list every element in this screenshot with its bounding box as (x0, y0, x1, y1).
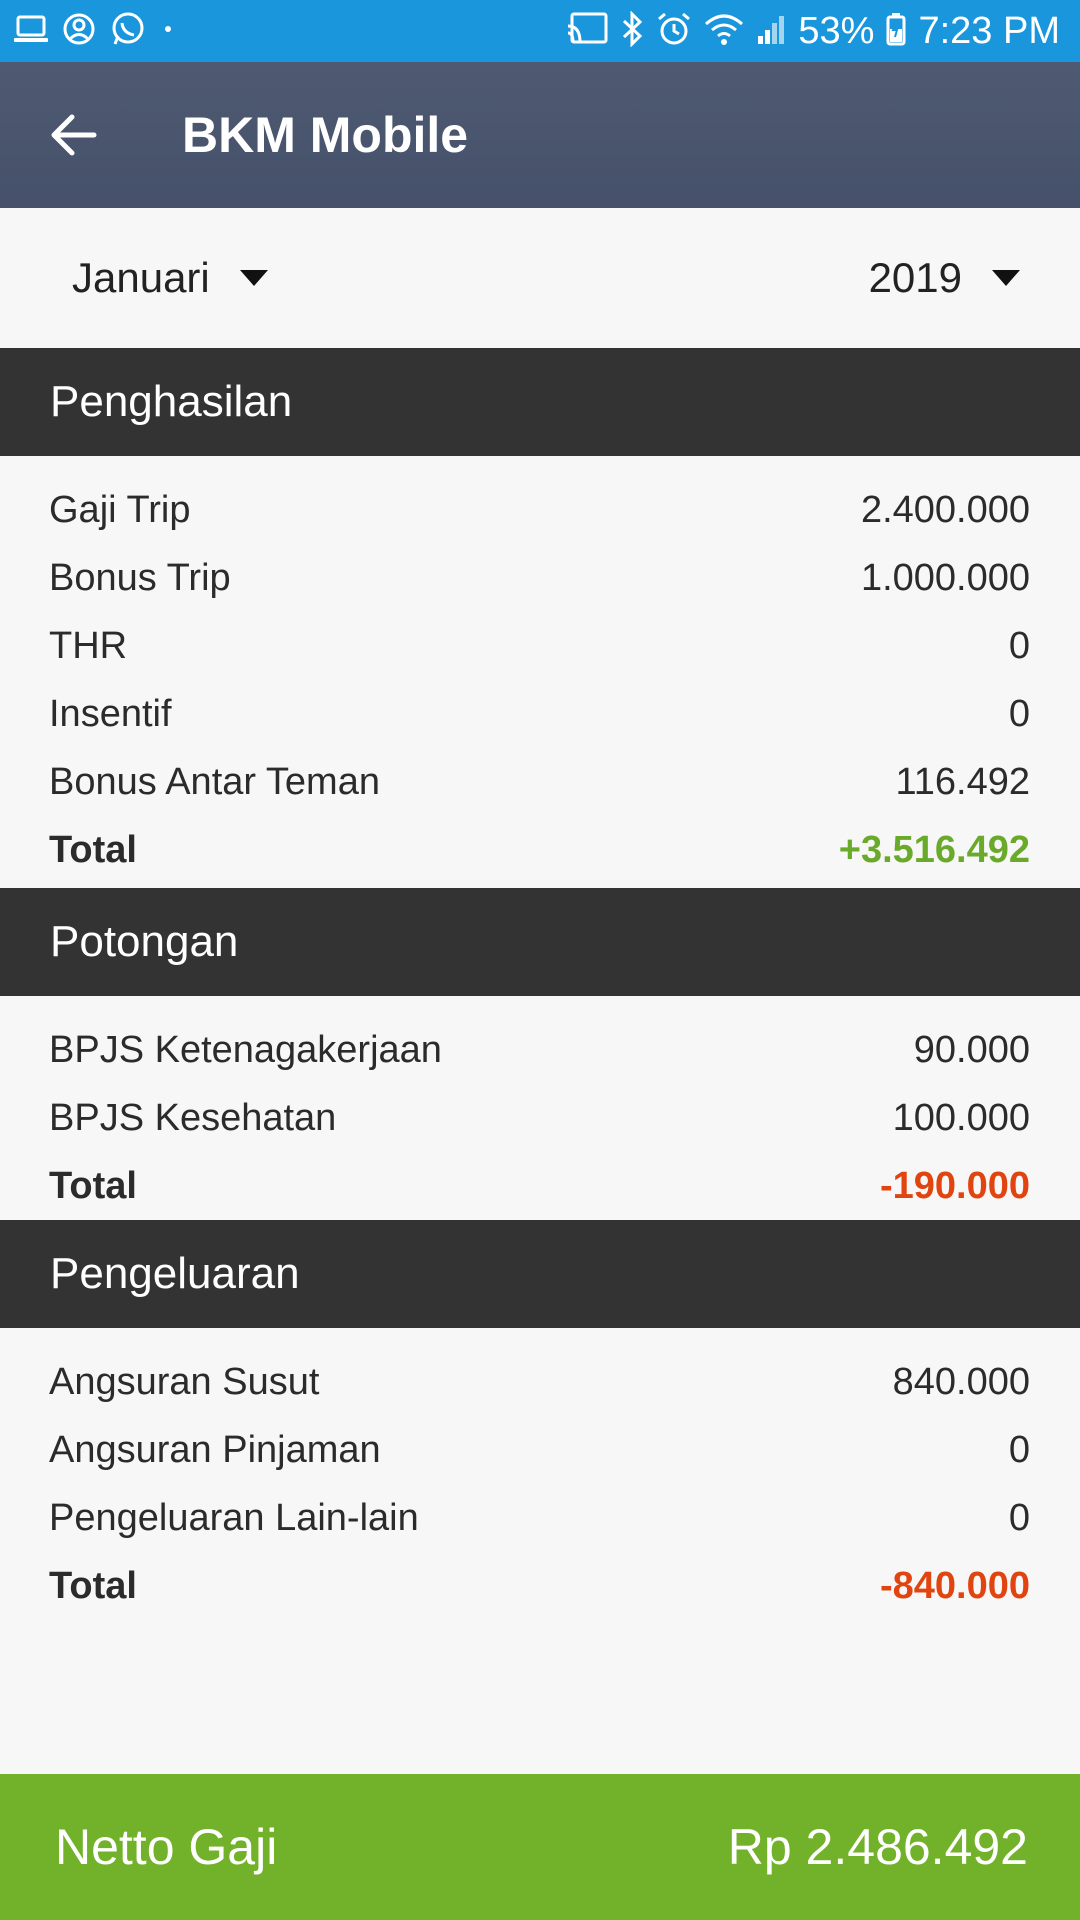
item-label: Pengeluaran Lain-lain (49, 1496, 419, 1539)
item-label: Gaji Trip (49, 488, 191, 531)
list-item: Gaji Trip 2.400.000 (0, 476, 1080, 544)
item-label: Angsuran Susut (49, 1360, 320, 1403)
netto-gaji-bar: Netto Gaji Rp 2.486.492 (0, 1774, 1080, 1920)
month-select[interactable]: Januari (72, 254, 268, 302)
year-select-value: 2019 (868, 254, 962, 301)
laptop-icon (14, 14, 48, 48)
section-header-potongan: Potongan (0, 888, 1080, 996)
wifi-icon (704, 12, 744, 50)
item-value: 1.000.000 (860, 556, 1030, 599)
total-row: Total -840.000 (0, 1552, 1080, 1620)
list-item: BPJS Kesehatan 100.000 (0, 1084, 1080, 1152)
item-value: 2.400.000 (860, 488, 1030, 531)
battery-charging-icon (886, 12, 906, 50)
item-value: 0 (1008, 1428, 1030, 1471)
list-item: Bonus Antar Teman 116.492 (0, 748, 1080, 816)
account-circle-icon (62, 12, 96, 50)
item-value: 100.000 (892, 1096, 1030, 1139)
total-label: Total (49, 1564, 137, 1607)
list-item: Angsuran Pinjaman 0 (0, 1416, 1080, 1484)
status-bar: 53% 7:23 PM (0, 0, 1080, 62)
app-bar: BKM Mobile (0, 62, 1080, 208)
penghasilan-list: Gaji Trip 2.400.000 Bonus Trip 1.000.000 T… (0, 476, 1080, 884)
total-row: Total +3.516.492 (0, 816, 1080, 884)
potongan-list: BPJS Ketenagakerjaan 90.000 BPJS Kesehata… (0, 1016, 1080, 1220)
list-item: THR 0 (0, 612, 1080, 680)
item-value: 0 (1008, 624, 1030, 667)
item-value: 840.000 (892, 1360, 1030, 1403)
item-label: Bonus Trip (49, 556, 231, 599)
period-filters: Januari 2019 (0, 208, 1080, 348)
alarm-icon (656, 11, 692, 51)
item-value: 0 (1008, 1496, 1030, 1539)
item-value: 0 (1008, 692, 1030, 735)
list-item: Bonus Trip 1.000.000 (0, 544, 1080, 612)
bluetooth-icon (620, 10, 644, 51)
total-value: -840.000 (879, 1564, 1030, 1607)
section-header-pengeluaran: Pengeluaran (0, 1220, 1080, 1328)
section-title: Penghasilan (50, 377, 293, 426)
whatsapp-icon (110, 11, 146, 51)
section-title: Potongan (50, 917, 239, 966)
list-item: Insentif 0 (0, 680, 1080, 748)
caret-down-icon (239, 270, 268, 286)
page-title: BKM Mobile (182, 107, 469, 163)
month-select-value: Januari (72, 254, 210, 301)
total-label: Total (49, 828, 137, 871)
pengeluaran-list: Angsuran Susut 840.000 Angsuran Pinjaman 0… (0, 1348, 1080, 1620)
list-item: Angsuran Susut 840.000 (0, 1348, 1080, 1416)
item-label: Insentif (49, 692, 172, 735)
item-value: 90.000 (913, 1028, 1030, 1071)
netto-amount: Rp 2.486.492 (727, 1819, 1028, 1875)
section-title: Pengeluaran (50, 1249, 300, 1298)
dot-icon (160, 21, 176, 41)
year-select[interactable]: 2019 (869, 254, 1020, 302)
total-row: Total -190.000 (0, 1152, 1080, 1220)
item-label: THR (49, 624, 128, 667)
list-item: Pengeluaran Lain-lain 0 (0, 1484, 1080, 1552)
caret-down-icon (992, 270, 1020, 286)
total-value: -190.000 (879, 1164, 1030, 1207)
cast-icon (566, 12, 608, 50)
section-header-penghasilan: Penghasilan (0, 348, 1080, 456)
arrow-back-icon (51, 114, 97, 156)
item-label: BPJS Ketenagakerjaan (49, 1028, 442, 1071)
list-item: BPJS Ketenagakerjaan 90.000 (0, 1016, 1080, 1084)
battery-percent: 53% (798, 9, 875, 52)
item-label: BPJS Kesehatan (49, 1096, 337, 1139)
clock: 7:23 PM (918, 9, 1060, 52)
back-button[interactable] (34, 95, 114, 175)
total-value: +3.516.492 (838, 828, 1030, 871)
netto-label: Netto Gaji (55, 1819, 278, 1875)
total-label: Total (49, 1164, 137, 1207)
item-value: 116.492 (895, 760, 1030, 803)
signal-icon (756, 12, 786, 50)
item-label: Angsuran Pinjaman (49, 1428, 381, 1471)
item-label: Bonus Antar Teman (49, 760, 380, 803)
